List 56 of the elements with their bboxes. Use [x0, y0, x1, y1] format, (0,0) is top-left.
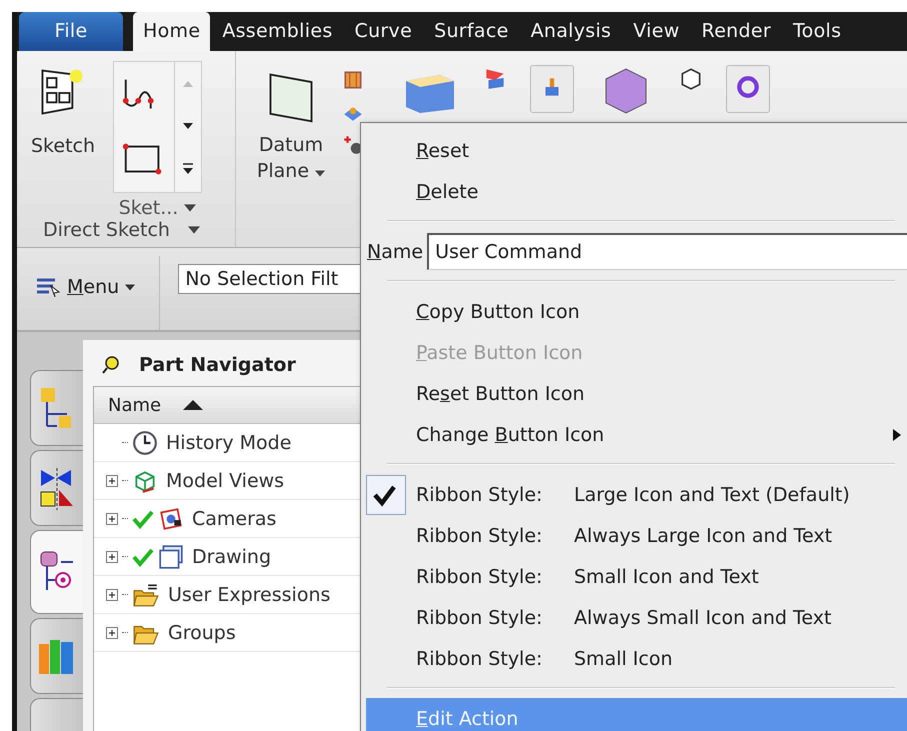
- sheet-icon: [158, 544, 184, 570]
- menu-item[interactable]: Ribbon Style: Large Icon and Text (Default): [361, 474, 907, 515]
- ribbon-tab[interactable]: Assemblies: [212, 12, 343, 51]
- menu-item[interactable]: Ribbon Style: Always Large Icon and Text: [361, 515, 907, 556]
- menu-item[interactable]: Delete: [361, 171, 907, 212]
- menu-item[interactable]: Ribbon Style: Small Icon: [361, 638, 907, 679]
- resource-tab[interactable]: [30, 370, 83, 446]
- check-icon: [132, 508, 154, 528]
- ring-icon: [735, 74, 761, 100]
- dropdown-icon: [184, 204, 196, 212]
- expand-icon: [106, 474, 118, 486]
- ribbon-tab[interactable]: Surface: [424, 12, 519, 51]
- frame-icon: [342, 69, 364, 91]
- menu-button[interactable]: Menu: [17, 248, 146, 298]
- expand-icon: [106, 588, 118, 600]
- group-label: Direct Sketch: [43, 219, 170, 241]
- camera-icon: [158, 506, 184, 532]
- ribbon-tab[interactable]: View: [623, 12, 690, 51]
- sketch-gallery[interactable]: [113, 61, 202, 193]
- datum-plane-button[interactable]: Datum Plane: [246, 65, 336, 188]
- expand-icon: [106, 512, 118, 524]
- menu-item[interactable]: Ribbon Style: Always Small Icon and Text: [361, 597, 907, 638]
- expand-icon: [106, 626, 118, 638]
- sort-ascending-icon: [183, 400, 204, 410]
- menu-item[interactable]: Ribbon Style: Small Icon and Text: [361, 556, 907, 597]
- expand-icon: [106, 550, 118, 562]
- folder-icon: [132, 582, 160, 608]
- submenu-arrow-icon: [893, 428, 901, 440]
- ribbon-tab[interactable]: Curve: [344, 12, 422, 51]
- scroll-down-icon: [183, 121, 194, 129]
- ribbon-tab[interactable]: File: [19, 12, 123, 51]
- clock-icon: [132, 430, 158, 456]
- menu-item[interactable]: Reset Button Icon: [361, 373, 907, 414]
- expand-gallery-icon: [183, 163, 194, 175]
- ribbon-tab[interactable]: Tools: [783, 12, 852, 51]
- toolbar-button[interactable]: [530, 65, 574, 113]
- dropdown-icon: [125, 284, 136, 290]
- scroll-up-icon: [183, 79, 194, 87]
- ribbon-tab[interactable]: Analysis: [520, 12, 622, 51]
- dropdown-icon: [315, 170, 326, 177]
- menu-icon: [35, 276, 61, 298]
- menu-item[interactable]: Reset: [361, 130, 907, 171]
- menu-item[interactable]: Copy Button Icon: [361, 291, 907, 332]
- panel-title: Part Navigator: [139, 354, 296, 376]
- check-icon: [132, 546, 154, 566]
- resource-tab[interactable]: [30, 530, 83, 614]
- field-label: Name: [367, 240, 424, 262]
- menu-item[interactable]: Change Button Icon: [361, 414, 907, 455]
- resource-tab[interactable]: [30, 450, 83, 526]
- dropdown-icon: [188, 226, 200, 234]
- sketch-button[interactable]: Sketch: [27, 61, 100, 161]
- gallery-label: Sket...: [118, 197, 178, 219]
- ribbon-tab[interactable]: Render: [692, 12, 781, 51]
- ribbon-tab[interactable]: Home: [133, 12, 210, 51]
- toolbar-button[interactable]: [726, 65, 770, 113]
- name-field[interactable]: User Command: [427, 233, 907, 270]
